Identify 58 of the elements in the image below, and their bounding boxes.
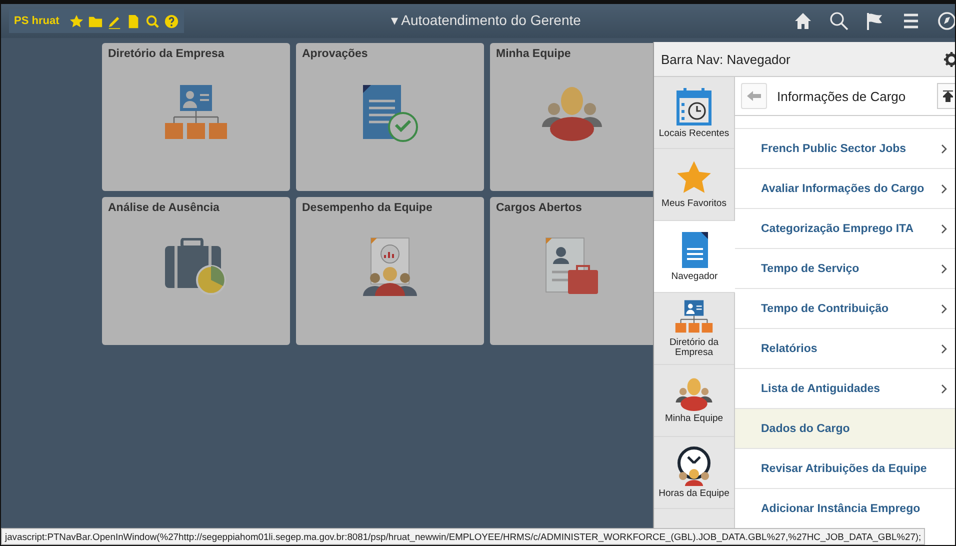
team-clock-icon: [675, 446, 713, 486]
tile-title: Desempenho da Equipe: [302, 202, 434, 214]
folder-title: Informações de Cargo: [777, 88, 906, 104]
calendar-clock-icon: [676, 86, 712, 126]
chevron-right-icon: [941, 264, 947, 274]
menu-item[interactable]: Categorização Emprego ITA: [735, 208, 955, 248]
back-arrow-icon: [747, 91, 761, 101]
tile[interactable]: Diretório da Empresa: [102, 43, 290, 191]
menu-item[interactable]: Avaliar Informações do Cargo: [735, 168, 955, 208]
tile[interactable]: Análise de Ausência: [102, 197, 290, 345]
chevron-right-icon: [941, 144, 947, 154]
settings-icon[interactable]: [944, 52, 955, 66]
chevron-right-icon: [941, 344, 947, 354]
sidebar-tab[interactable]: Locais Recentes: [654, 77, 734, 149]
top-button[interactable]: [937, 83, 955, 109]
sidebar-tab[interactable]: Minha Equipe: [654, 365, 734, 437]
tile-title: Cargos Abertos: [496, 202, 583, 214]
chevron-right-icon: [941, 224, 947, 234]
chevron-right-icon: [941, 304, 947, 314]
org-chart-icon: [674, 299, 714, 336]
menu-item[interactable]: Relatórios: [735, 328, 955, 368]
page-title-dropdown[interactable]: ▾ Autoatendimento do Gerente: [391, 10, 581, 30]
document-check-icon: [361, 83, 419, 143]
chevron-right-icon: [941, 184, 947, 194]
tile[interactable]: Aprovações: [296, 43, 484, 191]
team-icon: [542, 85, 602, 141]
tile[interactable]: Minha Equipe: [490, 43, 653, 191]
tile-title: Análise de Ausência: [108, 202, 220, 214]
sidebar-tab[interactable]: Navegador: [654, 221, 735, 293]
menu-item[interactable]: Revisar Atribuições da Equipe: [735, 448, 955, 488]
search-icon[interactable]: [145, 14, 160, 28]
menu-item[interactable]: French Public Sector Jobs: [735, 128, 955, 168]
chevron-right-icon: [941, 384, 947, 394]
environment-label: PS hruat: [14, 15, 60, 27]
document-icon: [680, 231, 708, 270]
team-report-icon: [361, 236, 419, 298]
menu-item[interactable]: Tempo de Contribuição: [735, 288, 955, 328]
team-icon: [675, 377, 713, 412]
tile-title: Minha Equipe: [496, 48, 572, 60]
tile[interactable]: Cargos Abertos: [490, 197, 653, 345]
sidebar-tab[interactable]: Horas da Equipe: [654, 437, 734, 509]
home-icon[interactable]: [793, 11, 813, 31]
tile-title: Diretório da Empresa: [108, 48, 226, 60]
menu-item[interactable]: Dados do Cargo: [735, 408, 955, 448]
briefcase-chart-icon: [164, 238, 228, 296]
star-icon[interactable]: [69, 14, 84, 28]
sidebar-tab[interactable]: Diretório da Empresa: [654, 293, 734, 365]
tile[interactable]: Desempenho da Equipe: [296, 197, 484, 345]
search-icon[interactable]: [829, 11, 849, 31]
status-bar-url: javascript:PTNavBar.OpenInWindow(%27http://segeppiahom01li.segep.ma.gov.br:8081/psp/hruat_newwin/EMPLOYEE/HRMS/c/ADMINISTER_WORKFORCE_(GBL).JOB_DATA.GBL%27,%27HC_JOB_DATA_GBL%27);: [1, 528, 926, 545]
menu-icon[interactable]: [901, 11, 921, 31]
panel-title: Barra Nav: Navegador: [661, 52, 790, 66]
tile-title: Aprovações: [302, 48, 369, 60]
compass-icon[interactable]: [937, 11, 955, 31]
help-icon[interactable]: [164, 14, 180, 28]
arrow-up-icon: [943, 90, 953, 102]
menu-item[interactable]: Tempo de Serviço: [735, 248, 955, 288]
flag-icon[interactable]: [865, 11, 885, 31]
